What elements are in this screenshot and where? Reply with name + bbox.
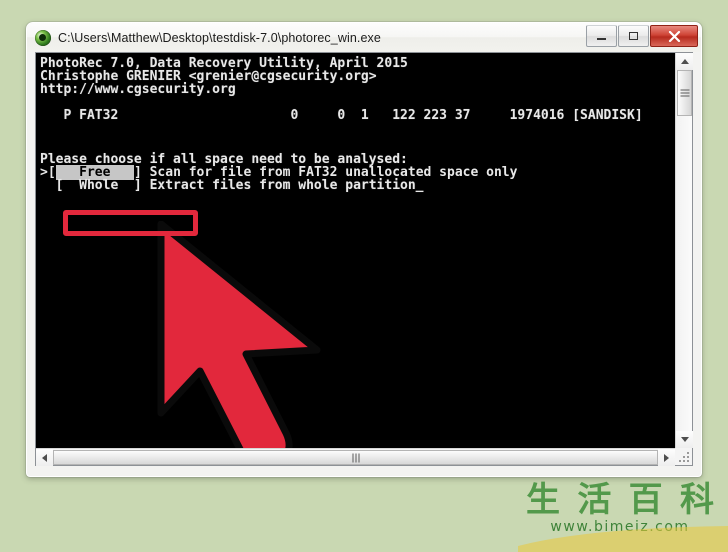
chevron-up-icon: [680, 59, 689, 64]
vertical-scrollbar[interactable]: [675, 53, 693, 448]
minimize-icon: [597, 38, 606, 40]
vertical-scroll-thumb[interactable]: [677, 70, 692, 116]
watermark-url: www.bimeiz.com: [550, 519, 690, 535]
watermark-char-4: 科: [679, 480, 714, 520]
horizontal-scrollbar[interactable]: [36, 448, 675, 466]
menu-option-whole[interactable]: [ Whole ] Extract files from whole parti…: [40, 179, 424, 192]
site-watermark: 生 活 百 科 www.bimeiz.com: [518, 482, 728, 552]
horizontal-scroll-thumb[interactable]: [53, 450, 658, 465]
close-icon: [668, 30, 680, 42]
console-line-url: http://www.cgsecurity.org: [40, 82, 236, 97]
scroll-grip-icon: [352, 453, 359, 462]
console-line-partition: P FAT32 0 0 1 122 223 37 1974016 [SANDIS…: [40, 108, 643, 123]
resize-grip[interactable]: [675, 448, 692, 465]
photorec-app-icon: [35, 29, 51, 46]
maximize-icon: [629, 32, 638, 40]
watermark-characters: 生 活 百 科: [526, 482, 714, 518]
scroll-right-button[interactable]: [658, 449, 675, 466]
watermark-char-3: 百: [628, 480, 663, 520]
minimize-button[interactable]: [586, 25, 617, 47]
maximize-button[interactable]: [618, 25, 649, 47]
free-option-highlight-rect: [63, 210, 198, 236]
pointer-arrow-icon: [157, 221, 321, 448]
chevron-right-icon: [664, 453, 669, 462]
window-titlebar[interactable]: C:\Users\Matthew\Desktop\testdisk-7.0\ph…: [27, 23, 701, 52]
console-window: C:\Users\Matthew\Desktop\testdisk-7.0\ph…: [26, 22, 702, 477]
window-controls: [585, 25, 698, 47]
terminal-output[interactable]: PhotoRec 7.0, Data Recovery Utility, Apr…: [36, 53, 675, 448]
window-title: C:\Users\Matthew\Desktop\testdisk-7.0\ph…: [58, 30, 381, 45]
close-button[interactable]: [650, 25, 698, 47]
watermark-char-2: 活: [577, 480, 612, 520]
watermark-char-1: 生: [526, 480, 560, 520]
scroll-up-button[interactable]: [676, 53, 693, 70]
chevron-down-icon: [680, 437, 689, 442]
scroll-down-button[interactable]: [676, 431, 693, 448]
console-client-area: PhotoRec 7.0, Data Recovery Utility, Apr…: [35, 52, 693, 466]
chevron-left-icon: [42, 453, 47, 462]
scroll-left-button[interactable]: [36, 449, 53, 466]
scroll-grip-icon: [680, 89, 689, 97]
watermark-swoosh-decoration: [518, 526, 728, 552]
